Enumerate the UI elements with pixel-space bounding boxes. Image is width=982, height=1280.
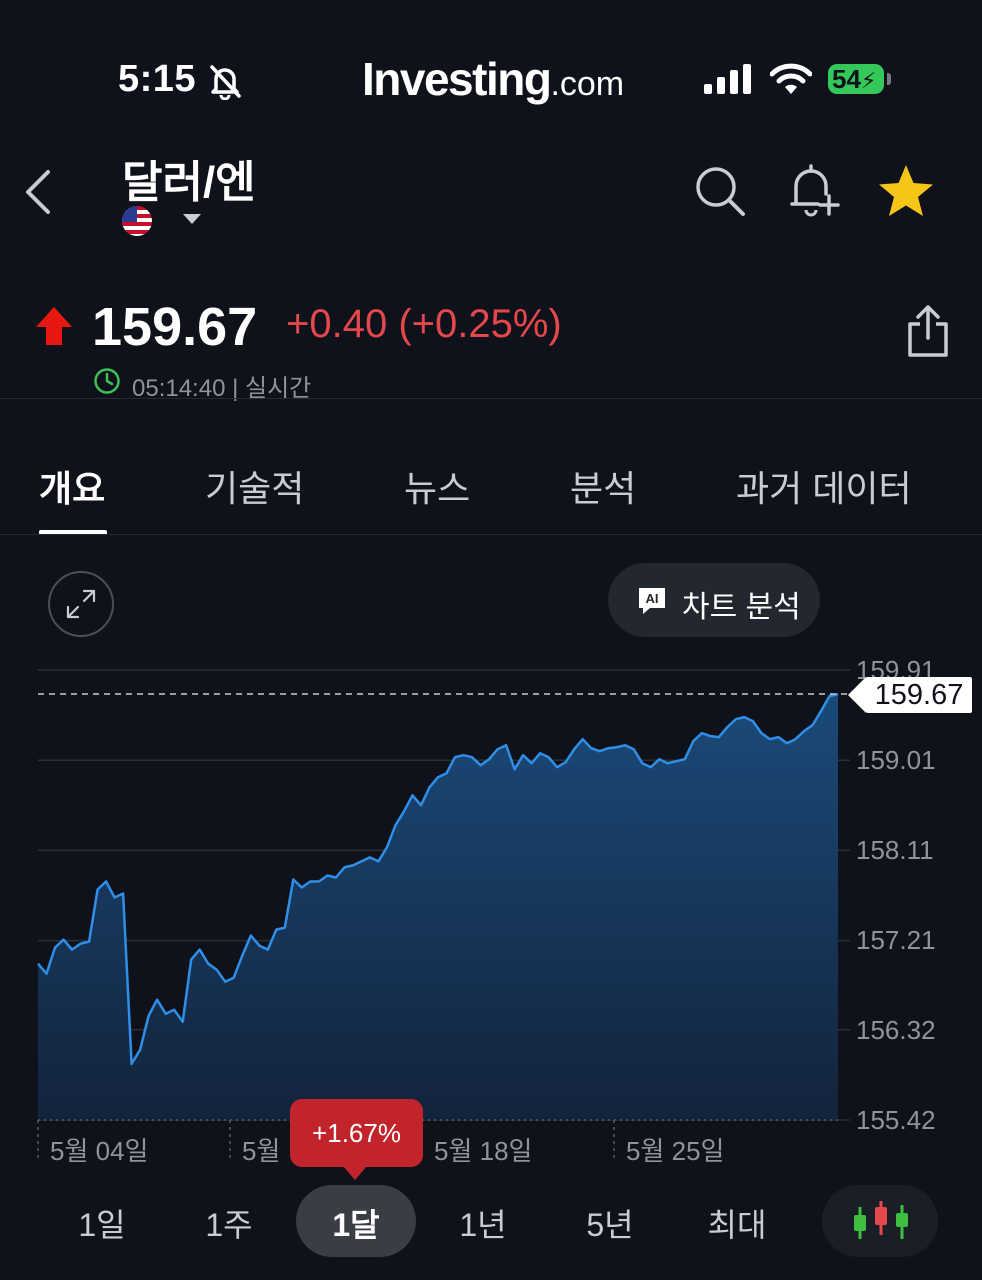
bell-plus-icon[interactable] bbox=[786, 162, 842, 220]
brand-name: Investing bbox=[362, 53, 552, 105]
ai-icon: AI bbox=[639, 588, 665, 614]
divider bbox=[0, 398, 982, 399]
y-tick-label: 155.42 bbox=[856, 1105, 936, 1135]
expand-chart-button[interactable] bbox=[48, 571, 114, 637]
status-time: 5:15 bbox=[118, 58, 197, 100]
ai-chart-analysis-label[interactable]: 차트 분석 bbox=[682, 582, 801, 626]
price-area bbox=[38, 694, 838, 1120]
share-icon[interactable] bbox=[906, 304, 950, 358]
x-tick-label: 5월 04일 bbox=[50, 1136, 149, 1166]
signal-icon bbox=[704, 64, 751, 94]
x-tick-label: 5월 25일 bbox=[626, 1136, 725, 1166]
x-tick-label: 5월 18일 bbox=[434, 1136, 533, 1166]
us-flag-icon[interactable] bbox=[122, 206, 152, 236]
period-1d[interactable]: 1일 bbox=[57, 1200, 147, 1246]
current-price-tag-arrow bbox=[848, 677, 866, 713]
svg-text:AI: AI bbox=[646, 591, 659, 606]
candlestick-icon bbox=[854, 1201, 908, 1239]
period-5y[interactable]: 5년 bbox=[565, 1200, 655, 1246]
battery-indicator: 54⚡ bbox=[828, 64, 884, 94]
price-chart[interactable] bbox=[0, 640, 982, 1170]
tab-historical-data[interactable]: 과거 데이터 bbox=[736, 460, 912, 512]
clock-icon bbox=[94, 368, 120, 394]
instrument-title: 달러/엔 bbox=[122, 158, 256, 207]
y-tick-label: 156.32 bbox=[856, 1015, 936, 1045]
tooltip-arrow bbox=[343, 1166, 367, 1180]
period-1w[interactable]: 1주 bbox=[184, 1200, 274, 1246]
brand-logo: Investing.com bbox=[362, 52, 624, 106]
last-price: 159.67 bbox=[92, 297, 258, 357]
battery-cap bbox=[887, 73, 891, 85]
wifi-icon bbox=[770, 63, 812, 94]
price-change: +0.40 (+0.25%) bbox=[286, 302, 562, 346]
y-tick-label: 157.21 bbox=[856, 925, 936, 955]
divider bbox=[0, 534, 982, 535]
mute-bell-icon bbox=[210, 65, 241, 100]
back-chevron-icon[interactable] bbox=[22, 168, 52, 216]
y-tick-label: 159.01 bbox=[856, 745, 936, 775]
tab-analysis[interactable]: 분석 bbox=[570, 460, 636, 512]
exchange-dropdown-caret[interactable] bbox=[183, 214, 201, 224]
period-1y[interactable]: 1년 bbox=[438, 1200, 528, 1246]
period-change-tooltip: +1.67% bbox=[290, 1099, 423, 1167]
tab-news[interactable]: 뉴스 bbox=[404, 460, 470, 512]
period-max[interactable]: 최대 bbox=[692, 1200, 782, 1246]
chart-type-button[interactable] bbox=[822, 1185, 938, 1257]
expand-icon bbox=[66, 589, 96, 619]
star-icon[interactable] bbox=[876, 162, 936, 220]
tab-overview[interactable]: 개요 bbox=[39, 460, 105, 512]
period-1m[interactable]: 1달 bbox=[311, 1200, 401, 1246]
search-icon[interactable] bbox=[694, 165, 746, 217]
x-tick-label: 5월 bbox=[242, 1136, 281, 1166]
battery-level: 54 bbox=[832, 64, 861, 94]
tab-technical[interactable]: 기술적 bbox=[205, 460, 304, 512]
brand-suffix: .com bbox=[550, 65, 625, 103]
y-tick-label: 158.11 bbox=[856, 835, 934, 865]
up-arrow-icon bbox=[36, 307, 72, 345]
current-price-tag: 159.67 bbox=[866, 677, 972, 713]
